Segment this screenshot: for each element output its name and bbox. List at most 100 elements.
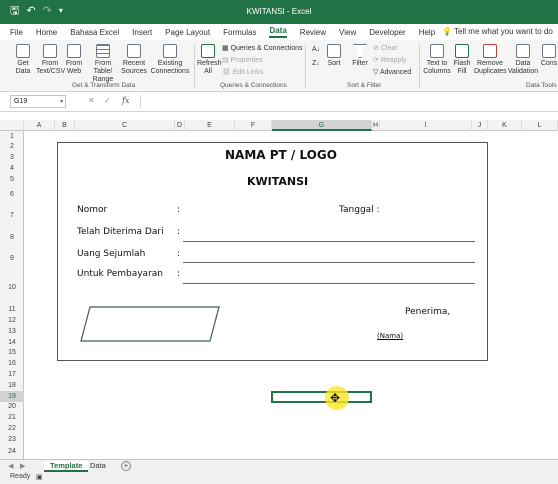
amount-box-shape[interactable] bbox=[80, 306, 220, 342]
column-header[interactable]: D bbox=[175, 120, 185, 131]
row-header[interactable]: 6 bbox=[0, 185, 24, 205]
tell-me-box[interactable]: 💡 Tell me what you want to do bbox=[442, 27, 553, 36]
column-header[interactable]: E bbox=[185, 120, 235, 131]
row-header[interactable]: 9 bbox=[0, 248, 24, 270]
formula-bar: G19 ▾ ✕ ✓ fx bbox=[0, 92, 558, 112]
row-header[interactable]: 18 bbox=[0, 380, 24, 391]
filter-button[interactable]: Filter bbox=[350, 44, 370, 68]
tab-developer[interactable]: Developer bbox=[369, 28, 405, 37]
tab-help[interactable]: Help bbox=[419, 28, 435, 37]
cancel-icon[interactable]: ✕ bbox=[88, 96, 95, 105]
column-header[interactable]: A bbox=[24, 120, 55, 131]
tab-home[interactable]: Home bbox=[36, 28, 57, 37]
column-header[interactable]: K bbox=[488, 120, 522, 131]
add-sheet-icon[interactable]: + bbox=[121, 461, 131, 471]
name-box-value: G19 bbox=[14, 98, 28, 105]
row-header[interactable]: 15 bbox=[0, 348, 24, 358]
row-header[interactable]: 8 bbox=[0, 227, 24, 248]
row-header[interactable]: 20 bbox=[0, 402, 24, 412]
row-header[interactable]: 12 bbox=[0, 315, 24, 326]
column-header[interactable]: J bbox=[472, 120, 488, 131]
prev-sheet-icon[interactable]: ◀ bbox=[8, 462, 13, 470]
advanced-label: Advanced bbox=[379, 69, 412, 76]
tab-file[interactable]: File bbox=[10, 28, 23, 37]
column-header[interactable]: H bbox=[372, 120, 380, 131]
name-box[interactable]: G19 ▾ bbox=[10, 95, 66, 108]
sort-descending-icon: Z↓ bbox=[312, 60, 320, 67]
enter-icon[interactable]: ✓ bbox=[104, 96, 111, 105]
recent-sources-button[interactable]: Recent Sources bbox=[121, 44, 147, 76]
column-header-selected[interactable]: G bbox=[272, 120, 372, 131]
row-header[interactable]: 14 bbox=[0, 337, 24, 348]
row-header[interactable]: 13 bbox=[0, 326, 24, 337]
reapply-button[interactable]: ⟳ Reapply bbox=[373, 56, 407, 64]
get-data-button[interactable]: Get Data bbox=[12, 44, 34, 76]
row-header[interactable]: 22 bbox=[0, 423, 24, 434]
recent-sources-label: Recent bbox=[122, 60, 146, 67]
clear-filter-button[interactable]: ⊘ Clear bbox=[373, 44, 398, 52]
flash-fill-button[interactable]: Flash Fill bbox=[452, 44, 472, 76]
column-header[interactable]: F bbox=[235, 120, 272, 131]
column-header[interactable]: L bbox=[522, 120, 558, 131]
tab-page-layout[interactable]: Page Layout bbox=[165, 28, 210, 37]
sort-ascending-icon: A↓ bbox=[312, 46, 321, 53]
uang-line bbox=[183, 262, 475, 263]
column-header[interactable]: I bbox=[380, 120, 472, 131]
tab-review[interactable]: Review bbox=[300, 28, 326, 37]
insert-function-icon[interactable]: fx bbox=[122, 96, 129, 105]
row-header[interactable]: 7 bbox=[0, 205, 24, 227]
sort-button[interactable]: Sort bbox=[324, 44, 344, 68]
row-header[interactable]: 4 bbox=[0, 163, 24, 174]
column-header[interactable]: B bbox=[55, 120, 75, 131]
queries-connections-button[interactable]: ▦ Queries & Connections bbox=[222, 44, 303, 52]
macro-record-icon[interactable]: ▣ bbox=[36, 473, 43, 481]
edit-links-button[interactable]: ⛓ Edit Links bbox=[222, 68, 263, 76]
text-file-icon bbox=[43, 44, 57, 58]
recent-sources-label-2: Sources bbox=[121, 68, 147, 75]
text-to-columns-label: Text to bbox=[426, 60, 448, 67]
existing-connections-button[interactable]: Existing Connections bbox=[150, 44, 190, 76]
selected-cell[interactable] bbox=[271, 391, 372, 403]
formula-input[interactable] bbox=[140, 95, 552, 108]
text-to-columns-button[interactable]: Text to Columns bbox=[423, 44, 451, 76]
remove-duplicates-button[interactable]: Remove Duplicates bbox=[474, 44, 507, 76]
row-header[interactable]: 10 bbox=[0, 270, 24, 305]
uang-label: Uang Sejumlah bbox=[77, 249, 146, 259]
tab-view[interactable]: View bbox=[339, 28, 356, 37]
advanced-filter-button[interactable]: ▽ Advanced bbox=[373, 68, 411, 76]
refresh-all-button[interactable]: Refresh All bbox=[197, 44, 222, 76]
row-header[interactable]: 11 bbox=[0, 305, 24, 315]
column-header[interactable]: C bbox=[75, 120, 175, 131]
advanced-filter-icon: ▽ bbox=[373, 69, 379, 76]
tab-data[interactable]: Data bbox=[269, 26, 287, 38]
remove-duplicates-label: Remove bbox=[476, 60, 504, 67]
database-icon bbox=[16, 44, 30, 58]
tab-bahasa-excel[interactable]: Bahasa Excel bbox=[70, 28, 119, 37]
row-header[interactable]: 1 bbox=[0, 131, 24, 142]
tab-insert[interactable]: Insert bbox=[132, 28, 152, 37]
select-all-corner[interactable] bbox=[0, 120, 24, 131]
row-header[interactable]: 17 bbox=[0, 369, 24, 380]
sheet-tab-data[interactable]: Data bbox=[84, 461, 112, 472]
row-header[interactable]: 24 bbox=[0, 445, 24, 459]
properties-button[interactable]: ▤ Properties bbox=[222, 56, 262, 64]
next-sheet-icon[interactable]: ▶ bbox=[20, 462, 25, 470]
from-table-range-button[interactable]: From Table/ Range bbox=[86, 44, 120, 84]
data-validation-button[interactable]: Data Validation bbox=[507, 44, 539, 76]
from-text-csv-button[interactable]: From Text/CSV bbox=[36, 44, 65, 76]
diterima-line bbox=[183, 241, 475, 242]
row-header[interactable]: 21 bbox=[0, 412, 24, 423]
sheet-tab-template[interactable]: Template bbox=[44, 461, 89, 472]
from-web-button[interactable]: From Web bbox=[64, 44, 84, 76]
sort-za-button[interactable]: Z↓ bbox=[312, 59, 320, 69]
sort-az-button[interactable]: A↓ bbox=[312, 45, 320, 55]
group-separator bbox=[419, 44, 420, 88]
tab-formulas[interactable]: Formulas bbox=[223, 28, 256, 37]
row-header[interactable]: 23 bbox=[0, 434, 24, 445]
row-header[interactable]: 16 bbox=[0, 358, 24, 369]
row-header[interactable]: 19 bbox=[0, 391, 24, 402]
row-header[interactable]: 5 bbox=[0, 174, 24, 185]
consolidate-button[interactable]: Cons bbox=[540, 44, 558, 68]
row-header[interactable]: 2 bbox=[0, 142, 24, 152]
row-header[interactable]: 3 bbox=[0, 152, 24, 163]
